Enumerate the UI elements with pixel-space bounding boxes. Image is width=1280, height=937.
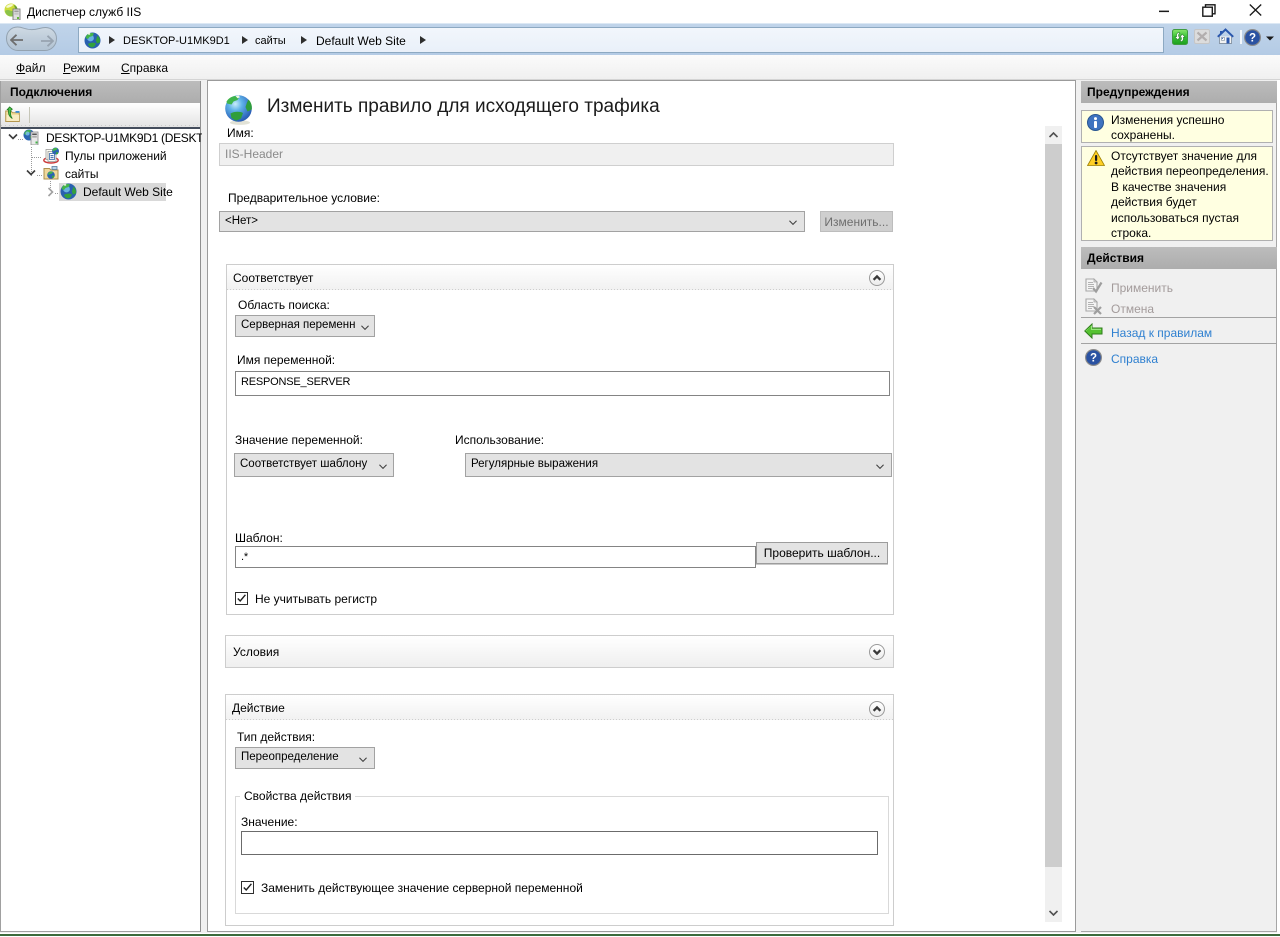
svg-text:?: ? [1090,353,1097,365]
svg-text:?: ? [1249,33,1256,45]
